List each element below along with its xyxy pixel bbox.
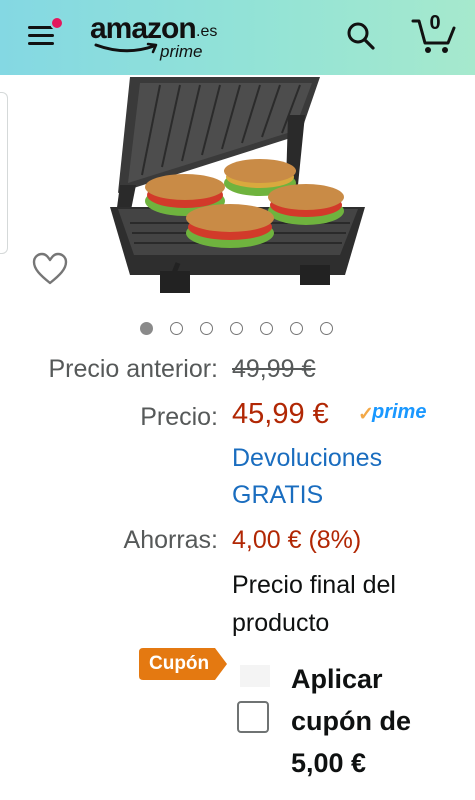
notification-dot xyxy=(50,16,64,30)
free-returns-link-gratis[interactable]: GRATIS xyxy=(232,477,323,513)
previous-image-edge[interactable] xyxy=(0,92,8,254)
carousel-dot[interactable] xyxy=(200,322,213,335)
prime-word: prime xyxy=(372,401,427,423)
apply-coupon-amount: 5,00 € xyxy=(291,748,367,778)
product-image[interactable] xyxy=(100,75,372,300)
top-bar: amazon .es prime 0 xyxy=(0,0,475,75)
logo-word: amazon xyxy=(90,12,197,45)
carousel-dot[interactable] xyxy=(290,322,303,335)
menu-icon-line xyxy=(28,42,54,45)
logo-tld: .es xyxy=(196,23,218,40)
carousel-dot[interactable] xyxy=(170,322,183,335)
image-carousel-dots xyxy=(140,322,333,336)
apply-coupon-checkbox[interactable] xyxy=(237,701,269,733)
cart-count: 0 xyxy=(429,12,441,34)
savings-value: 4,00 € (8%) xyxy=(232,526,362,554)
logo-prime: prime xyxy=(160,42,203,61)
menu-button[interactable] xyxy=(24,16,64,50)
carousel-dot[interactable] xyxy=(320,322,333,335)
search-icon xyxy=(347,22,375,50)
apply-coupon-line2: cupón de xyxy=(291,706,411,736)
previous-price-value: 49,99 € xyxy=(232,355,316,383)
apply-coupon-line1: Aplicar xyxy=(291,664,383,694)
carousel-dot[interactable] xyxy=(140,322,153,335)
carousel-dot[interactable] xyxy=(230,322,243,335)
final-price-note-line2: producto xyxy=(232,609,330,637)
carousel-dot[interactable] xyxy=(260,322,273,335)
search-button[interactable] xyxy=(345,20,377,52)
smile-arrow-icon xyxy=(94,42,158,54)
final-price-note: Precio final del xyxy=(232,571,396,599)
cart-button[interactable]: 0 xyxy=(410,12,458,56)
menu-icon-line xyxy=(28,34,54,37)
savings-label: Ahorras: xyxy=(123,526,218,554)
amazon-prime-logo[interactable]: amazon .es prime xyxy=(90,12,225,62)
free-returns-link[interactable]: Devoluciones xyxy=(232,440,382,476)
coupon-badge-text: Cupón xyxy=(149,653,210,674)
price-value: 45,99 € xyxy=(232,398,329,430)
heart-icon[interactable] xyxy=(32,252,68,286)
apply-coupon-label[interactable]: Aplicar cupón de 5,00 € xyxy=(291,658,461,784)
price-label: Precio: xyxy=(140,403,218,431)
checkbox-shadow xyxy=(240,665,270,687)
previous-price-label: Precio anterior: xyxy=(48,355,218,383)
